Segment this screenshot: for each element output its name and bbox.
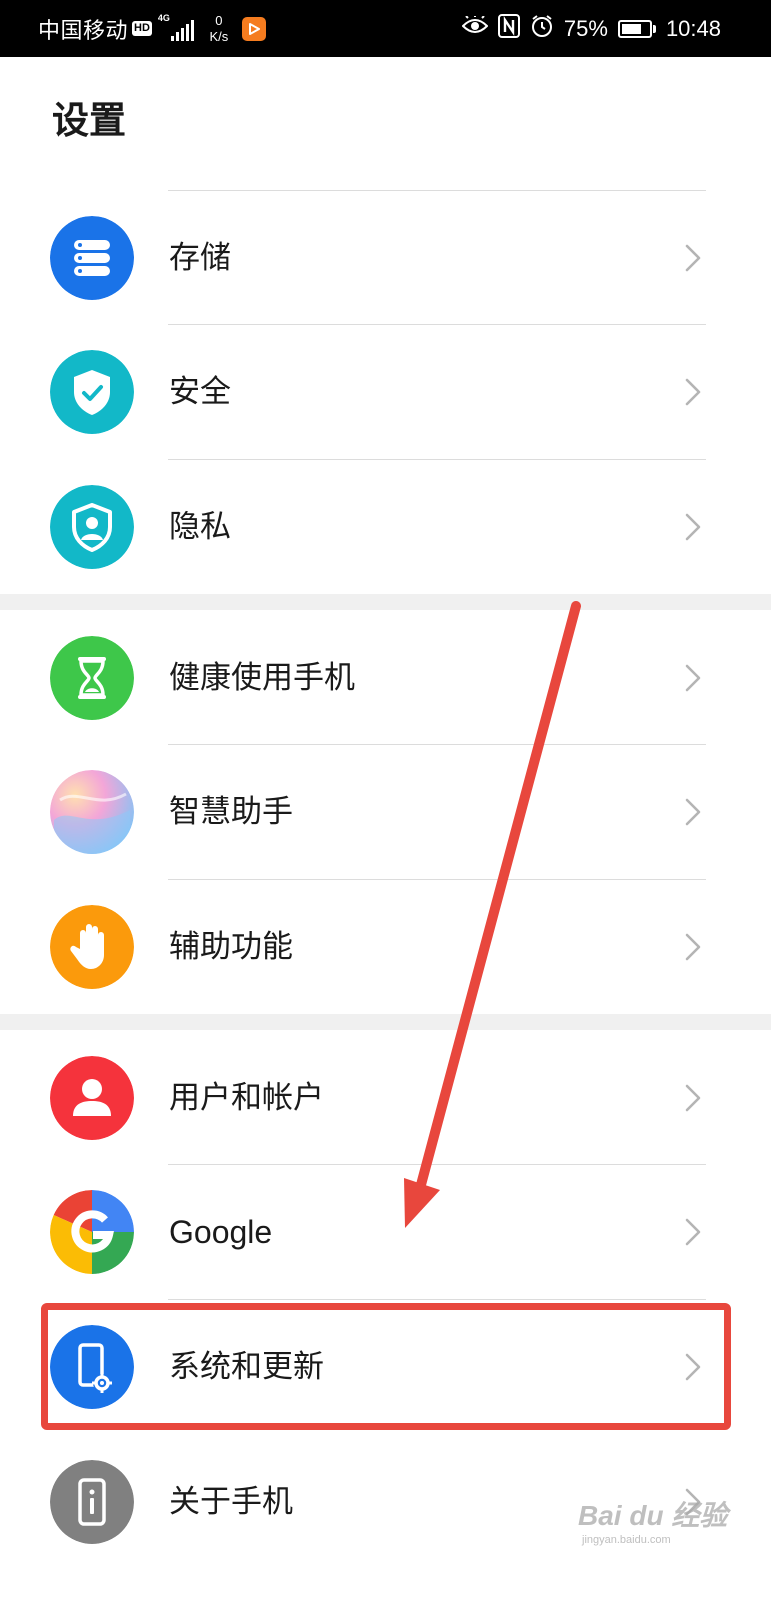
signal-icon: 4G bbox=[157, 12, 196, 43]
net-speed-value: 0 bbox=[215, 12, 223, 28]
network-type-label: 4G bbox=[157, 12, 170, 23]
chevron-right-icon bbox=[685, 933, 701, 961]
settings-item-label: 存储 bbox=[169, 240, 231, 276]
settings-item-label: 辅助功能 bbox=[169, 929, 293, 965]
clock: 10:48 bbox=[665, 15, 721, 41]
status-bar-right: 75% 10:48 bbox=[461, 0, 721, 57]
settings-item-label: Google bbox=[169, 1214, 273, 1250]
user-icon bbox=[50, 1056, 134, 1140]
settings-item-google[interactable]: Google bbox=[0, 1165, 771, 1299]
settings-item-privacy[interactable]: 隐私 bbox=[0, 460, 771, 594]
chevron-right-icon bbox=[685, 1218, 701, 1246]
section-separator bbox=[0, 594, 771, 610]
google-icon bbox=[50, 1190, 134, 1274]
chevron-right-icon bbox=[685, 798, 701, 826]
system-update-icon bbox=[50, 1325, 134, 1409]
eye-comfort-icon bbox=[461, 14, 489, 41]
settings-item-security[interactable]: 安全 bbox=[0, 325, 771, 459]
chevron-right-icon bbox=[685, 1353, 701, 1381]
alarm-icon bbox=[530, 14, 554, 43]
settings-item-label: 隐私 bbox=[169, 509, 231, 545]
net-speed-unit: K/s bbox=[209, 28, 229, 44]
phone-info-icon bbox=[50, 1460, 134, 1544]
settings-item-label: 智慧助手 bbox=[169, 794, 293, 830]
net-speed: 0 K/s bbox=[204, 13, 234, 45]
settings-item-label: 安全 bbox=[169, 374, 231, 410]
chevron-right-icon bbox=[685, 1488, 701, 1516]
storage-icon bbox=[50, 216, 134, 300]
page-title: 设置 bbox=[52, 99, 126, 142]
chevron-right-icon bbox=[685, 244, 701, 272]
settings-item-storage[interactable]: 存储 bbox=[0, 191, 771, 325]
settings-item-label: 健康使用手机 bbox=[169, 660, 355, 696]
settings-item-digital-balance[interactable]: 健康使用手机 bbox=[0, 611, 771, 745]
chevron-right-icon bbox=[685, 513, 701, 541]
carrier-name: 中国移动 bbox=[38, 17, 129, 43]
hand-icon bbox=[50, 905, 134, 989]
hourglass-icon bbox=[50, 636, 134, 720]
battery-percent: 75% bbox=[563, 15, 608, 41]
nfc-icon bbox=[497, 14, 520, 43]
chevron-right-icon bbox=[685, 664, 701, 692]
settings-item-about-phone[interactable]: 关于手机 bbox=[0, 1435, 771, 1569]
smart-assistant-icon bbox=[50, 770, 134, 854]
settings-item-system-update[interactable]: 系统和更新 bbox=[0, 1300, 771, 1434]
settings-item-users-accounts[interactable]: 用户和帐户 bbox=[0, 1031, 771, 1165]
privacy-icon bbox=[50, 485, 134, 569]
status-bar: 中国移动 HD 4G 0 K/s 75% 10:48 bbox=[0, 0, 771, 57]
chevron-right-icon bbox=[685, 1084, 701, 1112]
settings-item-accessibility[interactable]: 辅助功能 bbox=[0, 880, 771, 1014]
battery-icon bbox=[617, 19, 656, 38]
hd-badge: HD bbox=[132, 21, 152, 36]
settings-item-smart-assistant[interactable]: 智慧助手 bbox=[0, 745, 771, 879]
status-bar-left: 中国移动 HD 4G 0 K/s bbox=[38, 0, 266, 57]
settings-item-label: 系统和更新 bbox=[169, 1349, 324, 1385]
chevron-right-icon bbox=[685, 378, 701, 406]
security-shield-icon bbox=[50, 350, 134, 434]
app-notification-icon bbox=[241, 16, 266, 41]
settings-item-label: 关于手机 bbox=[169, 1484, 293, 1520]
settings-item-label: 用户和帐户 bbox=[169, 1080, 324, 1116]
section-separator bbox=[0, 1014, 771, 1030]
